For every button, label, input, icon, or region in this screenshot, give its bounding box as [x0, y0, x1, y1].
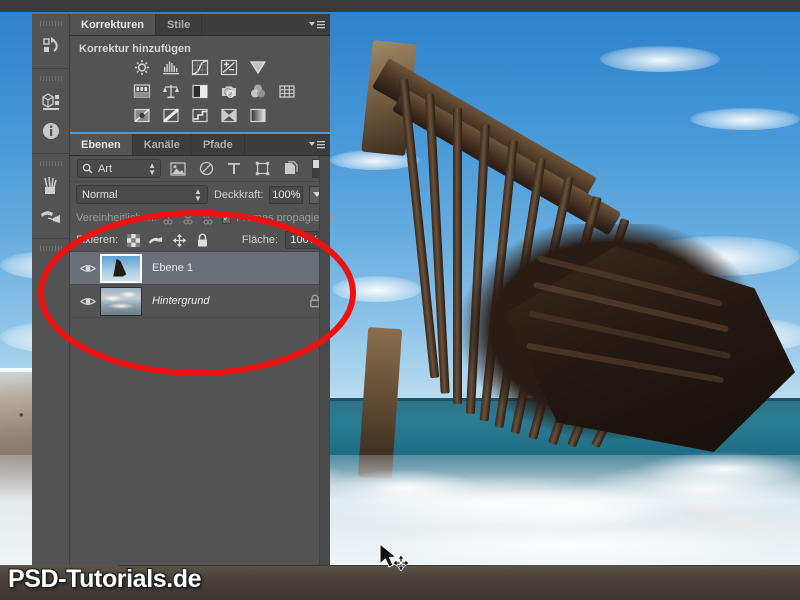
- photo-filter-icon[interactable]: [219, 83, 238, 100]
- drag-handle-icon[interactable]: [39, 76, 62, 81]
- tool-dock[interactable]: [32, 14, 70, 565]
- opacity-label: Deckkraft:: [213, 188, 264, 201]
- color-balance-icon[interactable]: [161, 83, 180, 100]
- tool-group-brushes: [32, 154, 69, 239]
- tool-group-extra: [32, 239, 69, 263]
- watermark: PSD-Tutorials.de: [8, 565, 202, 593]
- filter-adjustment-icon[interactable]: [195, 159, 217, 179]
- filter-type-select[interactable]: Art ▲ ▼: [77, 159, 161, 178]
- tab-kanaele[interactable]: Kanäle: [133, 134, 192, 155]
- layer-name-label: Hintergrund: [152, 295, 210, 307]
- layer-visibility-toggle[interactable]: [76, 296, 100, 307]
- svg-text:fx: fx: [203, 211, 210, 220]
- tool-group-3d-info: [32, 69, 69, 154]
- foam: [360, 524, 780, 568]
- brightness-contrast-icon[interactable]: [132, 59, 151, 76]
- adjustments-row-1: [132, 59, 330, 76]
- tab-pfade[interactable]: Pfade: [192, 134, 245, 155]
- screenshot-root: Korrekturen Stile Korrektur hinzufügen E…: [0, 0, 800, 600]
- adjustments-icon-grid: [70, 59, 330, 124]
- adjustments-panel: Korrekturen Stile Korrektur hinzufügen: [70, 14, 330, 132]
- 3d-box-icon[interactable]: [32, 86, 70, 116]
- brushes-icon[interactable]: [32, 171, 70, 201]
- threshold-icon[interactable]: [190, 107, 209, 124]
- drag-handle-icon[interactable]: [39, 21, 62, 26]
- lock-row: Fixieren: Fläche: 100%: [70, 229, 330, 252]
- selective-color-icon[interactable]: [219, 107, 238, 124]
- info-icon[interactable]: [32, 116, 70, 146]
- stepper-icon: ▲ ▼: [148, 160, 156, 177]
- adjustments-title: Korrektur hinzufügen: [79, 43, 191, 55]
- channel-mixer-icon[interactable]: [248, 83, 267, 100]
- adjustments-row-2: [132, 83, 330, 100]
- unify-row: Vereinheitlichen: fx ✓ Frames propagiere…: [70, 207, 335, 229]
- tab-ebenen[interactable]: Ebenen: [70, 134, 133, 155]
- hue-saturation-icon[interactable]: [132, 83, 151, 100]
- layers-scrollbar[interactable]: [319, 156, 330, 565]
- lock-label: Fixieren:: [76, 234, 119, 246]
- panel-menu-icon[interactable]: [304, 134, 330, 155]
- layer-row-ebene-1[interactable]: Ebene 1: [70, 252, 330, 285]
- panel-menu-icon[interactable]: [304, 14, 330, 35]
- filter-smartobject-icon[interactable]: [279, 159, 301, 179]
- gradient-map-icon[interactable]: [248, 107, 267, 124]
- color-lookup-icon[interactable]: [277, 83, 296, 100]
- blend-mode-value: Normal: [82, 188, 118, 201]
- curves-icon[interactable]: [190, 59, 209, 76]
- layer-visibility-toggle[interactable]: [76, 263, 100, 274]
- unify-label: Vereinheitlichen:: [76, 212, 157, 224]
- layers-panel: Ebenen Kanäle Pfade Art ▲ ▼ Normal ▲ ▼ D…: [70, 134, 335, 565]
- layer-thumbnail[interactable]: [100, 253, 142, 283]
- tab-korrekturen[interactable]: Korrekturen: [70, 14, 156, 35]
- eye-icon: [80, 264, 96, 272]
- adjustments-tabbar: Korrekturen Stile: [70, 14, 330, 36]
- filter-pixel-icon[interactable]: [167, 159, 189, 179]
- unify-position-icon[interactable]: [162, 210, 177, 226]
- invert-icon[interactable]: [132, 107, 151, 124]
- foam: [330, 470, 480, 506]
- lock-position-icon[interactable]: [171, 232, 187, 248]
- tool-group-history: [32, 14, 69, 69]
- exposure-icon[interactable]: [219, 59, 238, 76]
- tab-stile[interactable]: Stile: [156, 14, 203, 35]
- layers-tabbar: Ebenen Kanäle Pfade: [70, 134, 330, 156]
- unify-visibility-icon[interactable]: [182, 210, 197, 226]
- filter-shape-icon[interactable]: [251, 159, 273, 179]
- filter-type-icon[interactable]: [223, 159, 245, 179]
- unify-style-icon[interactable]: fx: [202, 210, 217, 226]
- search-icon: [82, 163, 93, 174]
- layer-name-label: Ebene 1: [152, 262, 193, 274]
- black-white-icon[interactable]: [190, 83, 209, 100]
- adjustments-row-3: [132, 107, 330, 124]
- eye-icon: [80, 297, 96, 305]
- layer-filter-row: Art ▲ ▼: [70, 156, 330, 182]
- lock-image-icon[interactable]: [148, 232, 164, 248]
- vibrance-icon[interactable]: [248, 59, 267, 76]
- drag-handle-icon[interactable]: [39, 246, 62, 251]
- propagate-frames-checkbox[interactable]: ✓: [221, 212, 232, 224]
- levels-icon[interactable]: [161, 59, 180, 76]
- blend-mode-select[interactable]: Normal ▲ ▼: [76, 185, 208, 204]
- layer-row-hintergrund[interactable]: Hintergrund: [70, 285, 330, 318]
- layer-list: Ebene 1 Hintergrund: [70, 252, 330, 318]
- move-tool-cursor: [379, 543, 410, 572]
- drag-handle-icon[interactable]: [39, 161, 62, 166]
- fill-label: Fläche:: [241, 234, 278, 246]
- lock-all-icon[interactable]: [194, 232, 210, 248]
- brush-preset-icon[interactable]: [32, 201, 70, 231]
- posterize-icon[interactable]: [161, 107, 180, 124]
- filter-type-label: Art: [98, 162, 113, 175]
- layer-thumbnail[interactable]: [100, 286, 142, 316]
- stepper-icon: ▲ ▼: [194, 186, 202, 203]
- lock-transparency-icon[interactable]: [125, 232, 141, 248]
- foam: [640, 452, 800, 486]
- blend-mode-row: Normal ▲ ▼ Deckkraft: 100%: [70, 182, 330, 207]
- history-undo-icon[interactable]: [32, 31, 70, 61]
- opacity-input[interactable]: 100%: [269, 185, 304, 204]
